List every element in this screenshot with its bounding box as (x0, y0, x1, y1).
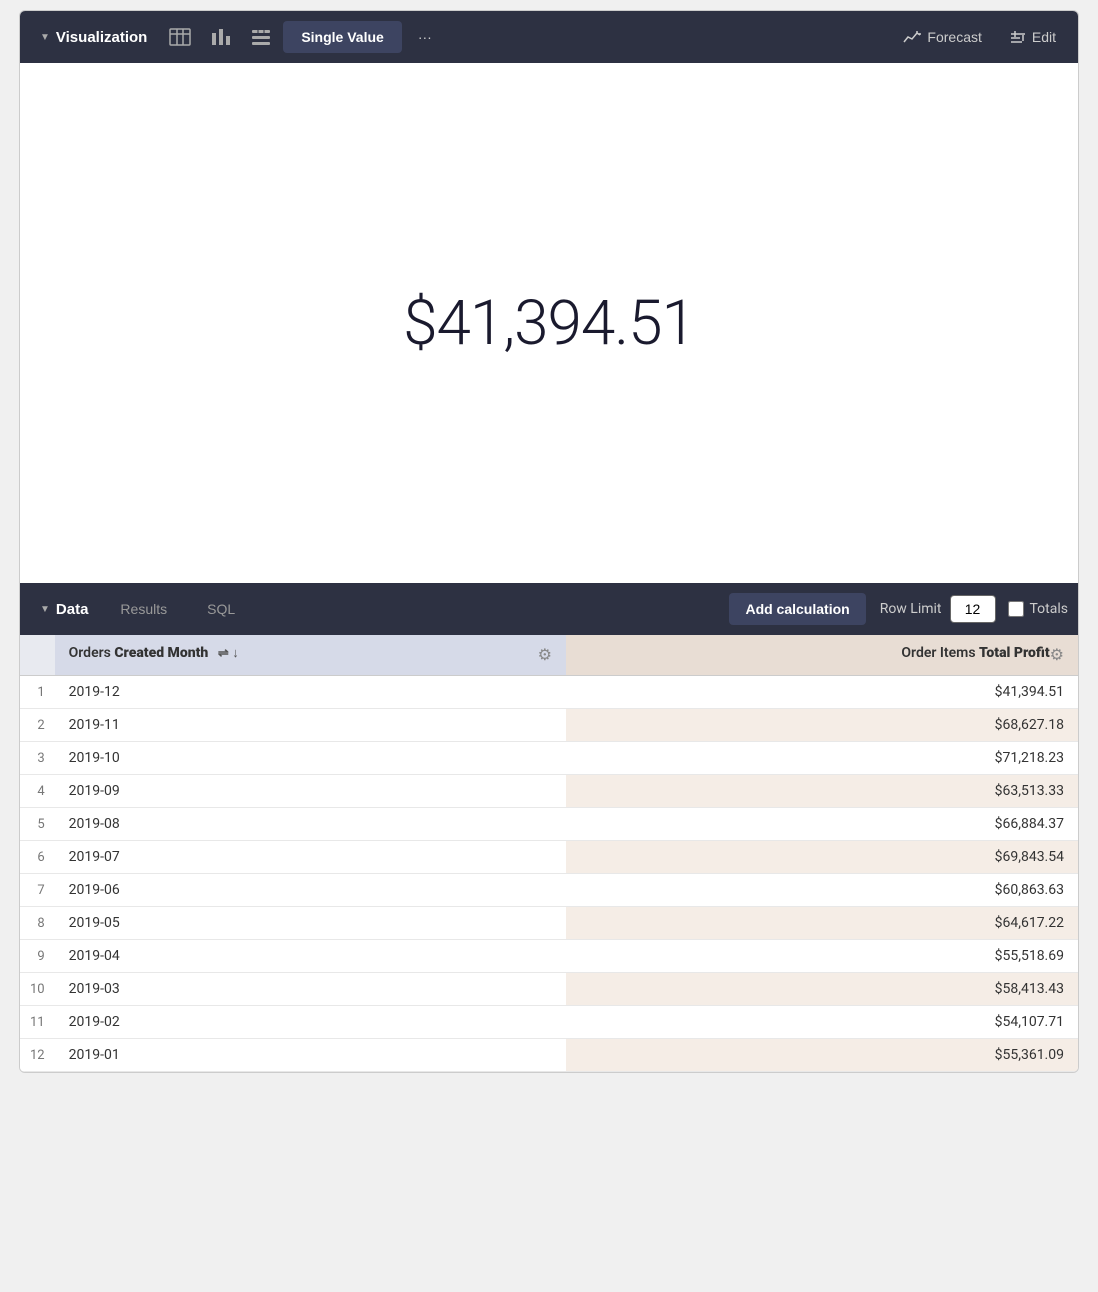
orders-created-month-cell: 2019-11 (55, 709, 566, 742)
orders-created-month-cell: 2019-09 (55, 775, 566, 808)
totals-text: Totals (1030, 601, 1069, 617)
orders-created-month-cell: 2019-07 (55, 841, 566, 874)
table-row: 112019-02$54,107.71 (20, 1006, 1078, 1039)
total-profit-cell: $64,617.22 (566, 907, 1078, 940)
orders-created-month-cell: 2019-08 (55, 808, 566, 841)
pivot-icon-btn[interactable] (243, 22, 279, 52)
table-row: 102019-03$58,413.43 (20, 973, 1078, 1006)
profit-col-settings-btn[interactable]: ⚙ (1050, 645, 1064, 665)
forecast-btn[interactable]: Forecast (891, 21, 993, 53)
col-header-total-profit: Order Items Total Profit ⚙ (566, 635, 1078, 676)
sort-filter-icon[interactable]: ⇌ (218, 646, 229, 661)
forecast-label: Forecast (927, 29, 981, 45)
single-value-tab[interactable]: Single Value (283, 21, 401, 53)
orders-col-settings-btn[interactable]: ⚙ (538, 645, 552, 665)
orders-created-month-cell: 2019-02 (55, 1006, 566, 1039)
totals-checkbox[interactable] (1008, 601, 1024, 617)
data-table: Orders Created Month ⇌ ↓ ⚙ Order Items T… (20, 635, 1078, 1072)
edit-icon (1010, 30, 1026, 44)
total-profit-cell: $60,863.63 (566, 874, 1078, 907)
total-profit-cell: $54,107.71 (566, 1006, 1078, 1039)
more-options-btn[interactable]: ··· (406, 21, 444, 53)
table-row: 52019-08$66,884.37 (20, 808, 1078, 841)
orders-created-month-cell: 2019-05 (55, 907, 566, 940)
single-value-display: $41,394.51 (20, 63, 1078, 583)
total-profit-cell: $55,518.69 (566, 940, 1078, 973)
viz-title-label: Visualization (56, 29, 147, 46)
row-limit-input[interactable] (950, 595, 996, 623)
row-number: 3 (20, 742, 55, 775)
row-number: 7 (20, 874, 55, 907)
data-toolbar: ▼ Data Results SQL Add calculation Row L… (20, 583, 1078, 635)
total-profit-cell: $58,413.43 (566, 973, 1078, 1006)
total-profit-cell: $41,394.51 (566, 676, 1078, 709)
profit-col-label: Order Items Total Profit (901, 645, 1049, 661)
bar-chart-icon-btn[interactable] (203, 22, 239, 52)
bar-chart-icon (211, 28, 231, 46)
row-number: 4 (20, 775, 55, 808)
edit-label: Edit (1032, 29, 1056, 45)
main-container: ▼ Visualization (19, 10, 1079, 1073)
orders-created-month-cell: 2019-10 (55, 742, 566, 775)
table-row: 72019-06$60,863.63 (20, 874, 1078, 907)
data-title-label: Data (56, 601, 89, 618)
orders-created-month-cell: 2019-01 (55, 1039, 566, 1072)
pivot-icon (251, 28, 271, 46)
orders-created-month-cell: 2019-12 (55, 676, 566, 709)
row-number: 2 (20, 709, 55, 742)
table-row: 22019-11$68,627.18 (20, 709, 1078, 742)
viz-chevron-icon: ▼ (40, 32, 50, 43)
table-view-icon-btn[interactable] (161, 22, 199, 52)
row-number: 12 (20, 1039, 55, 1072)
total-profit-cell: $55,361.09 (566, 1039, 1078, 1072)
edit-btn[interactable]: Edit (998, 21, 1068, 53)
row-number: 11 (20, 1006, 55, 1039)
viz-toolbar: ▼ Visualization (20, 11, 1078, 63)
results-tab[interactable]: Results (102, 593, 185, 625)
orders-created-month-cell: 2019-03 (55, 973, 566, 1006)
forecast-icon (903, 30, 921, 44)
table-row: 32019-10$71,218.23 (20, 742, 1078, 775)
single-value-number: $41,394.51 (403, 287, 695, 360)
total-profit-cell: $69,843.54 (566, 841, 1078, 874)
row-number: 10 (20, 973, 55, 1006)
more-icon: ··· (418, 29, 432, 45)
total-profit-cell: $71,218.23 (566, 742, 1078, 775)
col-header-orders-created-month: Orders Created Month ⇌ ↓ ⚙ (55, 635, 566, 676)
data-table-container: Orders Created Month ⇌ ↓ ⚙ Order Items T… (20, 635, 1078, 1072)
totals-label: Totals (1008, 601, 1069, 617)
sort-desc-icon[interactable]: ↓ (232, 646, 239, 661)
table-row: 42019-09$63,513.33 (20, 775, 1078, 808)
row-limit-label: Row Limit (880, 601, 942, 617)
table-row: 92019-04$55,518.69 (20, 940, 1078, 973)
table-row: 82019-05$64,617.22 (20, 907, 1078, 940)
total-profit-cell: $68,627.18 (566, 709, 1078, 742)
data-chevron-icon: ▼ (40, 604, 50, 615)
row-number: 6 (20, 841, 55, 874)
sql-tab[interactable]: SQL (189, 593, 253, 625)
table-icon (169, 28, 191, 46)
row-number: 5 (20, 808, 55, 841)
orders-created-month-cell: 2019-06 (55, 874, 566, 907)
col-header-rownum (20, 635, 55, 676)
orders-created-month-cell: 2019-04 (55, 940, 566, 973)
table-row: 12019-12$41,394.51 (20, 676, 1078, 709)
total-profit-cell: $63,513.33 (566, 775, 1078, 808)
row-number: 9 (20, 940, 55, 973)
data-title-btn[interactable]: ▼ Data (30, 595, 98, 624)
visualization-title-btn[interactable]: ▼ Visualization (30, 23, 157, 52)
row-number: 8 (20, 907, 55, 940)
table-row: 122019-01$55,361.09 (20, 1039, 1078, 1072)
add-calculation-btn[interactable]: Add calculation (729, 593, 865, 625)
orders-col-label: Orders Created Month (69, 645, 209, 661)
row-number: 1 (20, 676, 55, 709)
table-row: 62019-07$69,843.54 (20, 841, 1078, 874)
total-profit-cell: $66,884.37 (566, 808, 1078, 841)
